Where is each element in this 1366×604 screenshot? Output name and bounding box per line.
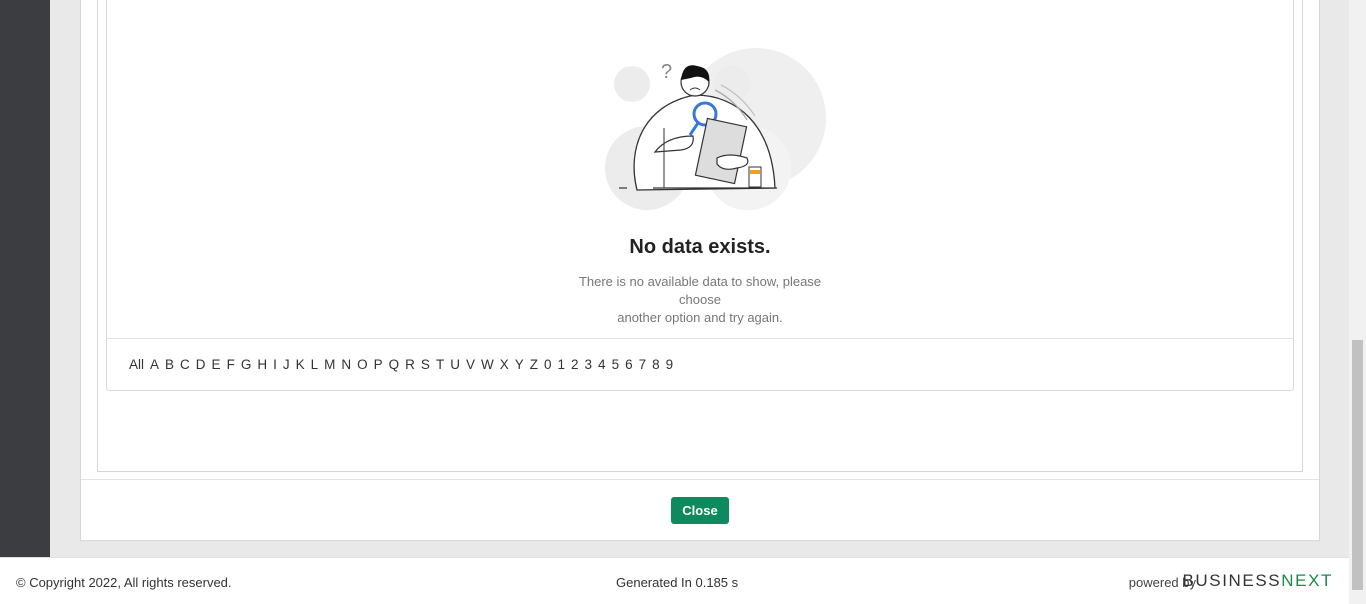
alphabet-filter-k[interactable]: K bbox=[296, 357, 305, 372]
brand-logo-main: BUSINESS bbox=[1182, 571, 1282, 590]
alphabet-filter-p[interactable]: P bbox=[374, 357, 383, 372]
alphabet-filter-y[interactable]: Y bbox=[515, 357, 524, 372]
empty-state-description-line2: another option and try again. bbox=[617, 310, 783, 325]
alphabet-filter-r[interactable]: R bbox=[405, 357, 415, 372]
alphabet-filter-o[interactable]: O bbox=[357, 357, 368, 372]
alphabet-filter-6[interactable]: 6 bbox=[625, 357, 633, 372]
modal-dialog: ? No data exists. There is no available … bbox=[80, 0, 1320, 541]
generated-time-text: Generated In 0.185 s bbox=[616, 575, 739, 590]
alphabet-filter-q[interactable]: Q bbox=[389, 357, 400, 372]
alphabet-filter-9[interactable]: 9 bbox=[666, 357, 674, 372]
alphabet-filter-5[interactable]: 5 bbox=[612, 357, 620, 372]
brand-logo-accent: NEXT bbox=[1281, 571, 1333, 590]
brand-logo: BUSINESSNEXT bbox=[1182, 571, 1333, 591]
alphabet-filter-2[interactable]: 2 bbox=[571, 357, 579, 372]
close-button[interactable]: Close bbox=[671, 497, 729, 524]
empty-state-description: There is no available data to show, plea… bbox=[557, 273, 843, 327]
alphabet-filter-1[interactable]: 1 bbox=[558, 357, 566, 372]
modal-footer: Close bbox=[81, 479, 1319, 541]
empty-state-title: No data exists. bbox=[629, 236, 771, 258]
alphabet-filter-n[interactable]: N bbox=[341, 357, 351, 372]
alphabet-filter-s[interactable]: S bbox=[421, 357, 430, 372]
left-sidebar-rail bbox=[0, 0, 50, 557]
alphabet-filter-g[interactable]: G bbox=[241, 357, 252, 372]
alphabet-filter-b[interactable]: B bbox=[165, 357, 174, 372]
vertical-scrollbar[interactable] bbox=[1349, 0, 1366, 604]
alphabet-filter-w[interactable]: W bbox=[481, 357, 494, 372]
alphabet-filter-c[interactable]: C bbox=[180, 357, 190, 372]
alphabet-filter-d[interactable]: D bbox=[196, 357, 206, 372]
alphabet-filter-7[interactable]: 7 bbox=[639, 357, 647, 372]
alphabet-filter-bar: All A B C D E F G H I J K L M N O P Q R S T U V W X Y Z 0 1 2 3 4 5 6 7 8 9 bbox=[107, 338, 1293, 390]
alphabet-filter-j[interactable]: J bbox=[283, 357, 290, 372]
alphabet-filter-m[interactable]: M bbox=[324, 357, 335, 372]
alphabet-filter-f[interactable]: F bbox=[227, 357, 235, 372]
copyright-text: © Copyright 2022, All rights reserved. bbox=[16, 575, 232, 590]
alphabet-filter-h[interactable]: H bbox=[257, 357, 267, 372]
alphabet-filter-u[interactable]: U bbox=[450, 357, 460, 372]
alphabet-filter-all[interactable]: All bbox=[129, 357, 144, 372]
alphabet-filter-8[interactable]: 8 bbox=[652, 357, 660, 372]
alphabet-filter-a[interactable]: A bbox=[150, 357, 159, 372]
page-footer: © Copyright 2022, All rights reserved. G… bbox=[0, 557, 1349, 604]
svg-text:?: ? bbox=[661, 61, 672, 83]
alphabet-filter-t[interactable]: T bbox=[436, 357, 444, 372]
no-data-illustration: ? bbox=[605, 48, 826, 210]
empty-state-description-line1: There is no available data to show, plea… bbox=[578, 274, 822, 307]
modal-body: ? No data exists. There is no available … bbox=[97, 0, 1303, 472]
results-panel: ? No data exists. There is no available … bbox=[106, 0, 1294, 391]
alphabet-filter-x[interactable]: X bbox=[500, 357, 509, 372]
alphabet-filter-4[interactable]: 4 bbox=[598, 357, 606, 372]
alphabet-filter-z[interactable]: Z bbox=[530, 357, 538, 372]
alphabet-filter-v[interactable]: V bbox=[466, 357, 475, 372]
alphabet-filter-e[interactable]: E bbox=[212, 357, 221, 372]
alphabet-filter-i[interactable]: I bbox=[273, 357, 277, 372]
alphabet-filter-0[interactable]: 0 bbox=[544, 357, 552, 372]
alphabet-filter-3[interactable]: 3 bbox=[585, 357, 593, 372]
scrollbar-thumb[interactable] bbox=[1352, 340, 1363, 590]
alphabet-filter-l[interactable]: L bbox=[311, 357, 319, 372]
